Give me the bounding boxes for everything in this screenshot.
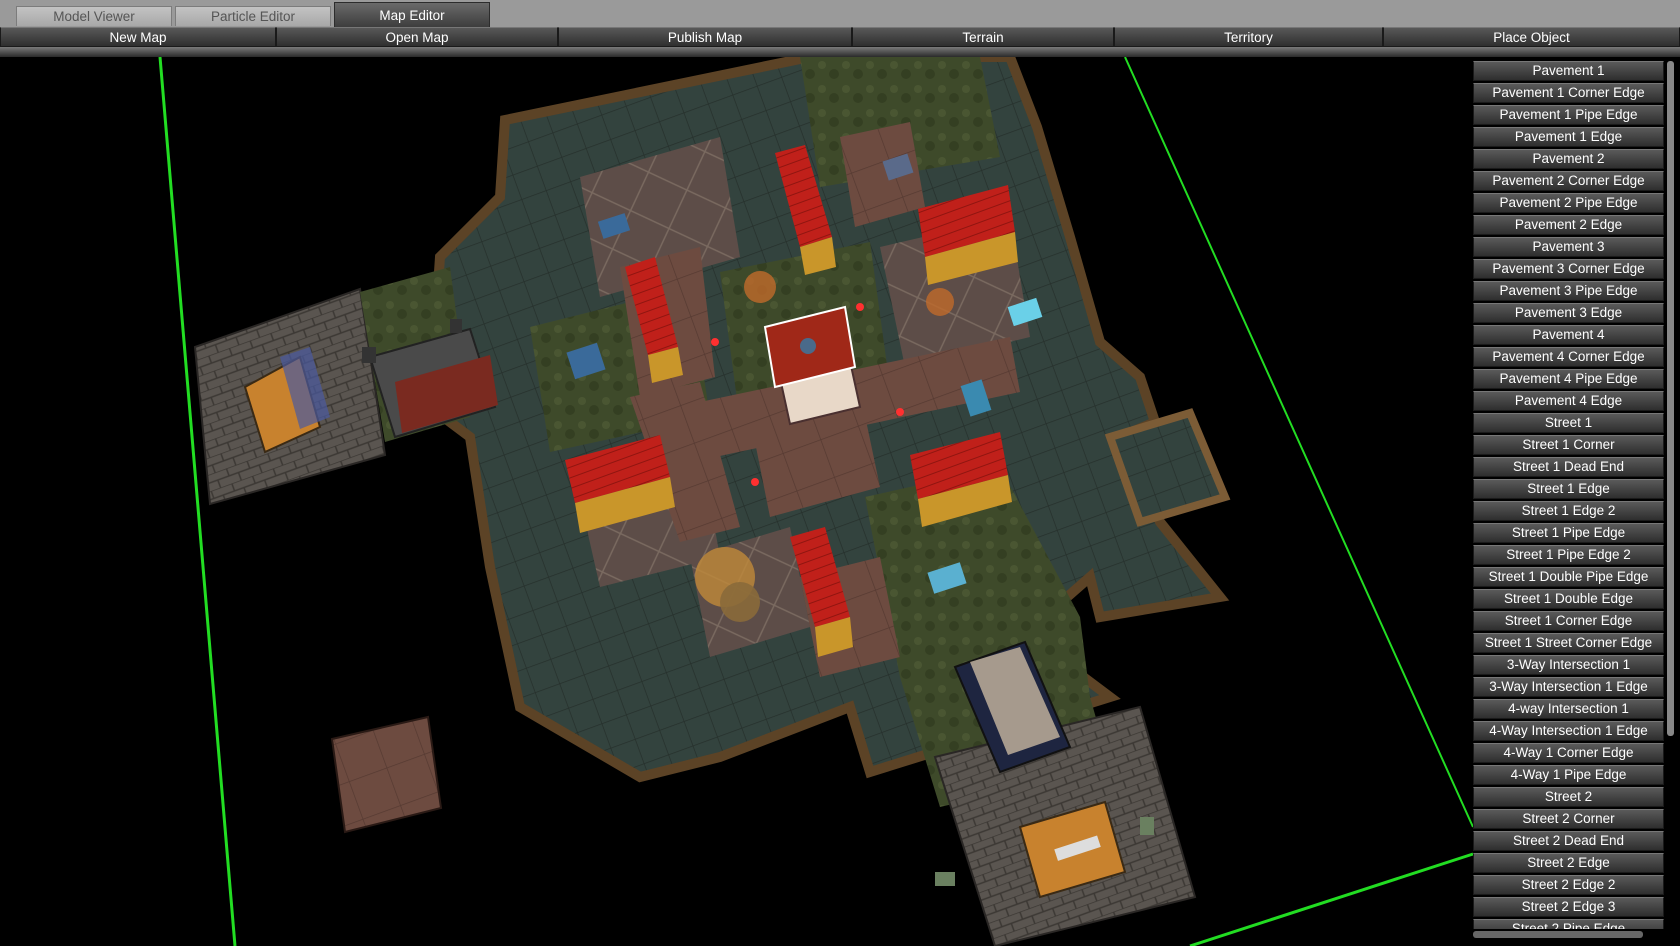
open-map-button[interactable]: Open Map xyxy=(276,27,558,47)
palette-item[interactable]: Pavement 2 xyxy=(1473,149,1664,169)
palette-item[interactable]: Pavement 1 xyxy=(1473,61,1664,81)
palette-item[interactable]: Street 1 Edge 2 xyxy=(1473,501,1664,521)
tab-model-viewer[interactable]: Model Viewer xyxy=(16,6,172,26)
palette-scrollbar[interactable] xyxy=(1667,61,1674,736)
palette-item[interactable]: Pavement 1 Corner Edge xyxy=(1473,83,1664,103)
palette-item[interactable]: Pavement 2 Edge xyxy=(1473,215,1664,235)
palette-item[interactable]: Pavement 3 Pipe Edge xyxy=(1473,281,1664,301)
palette-item[interactable]: Street 1 Corner Edge xyxy=(1473,611,1664,631)
lone-plaza-tile xyxy=(330,715,443,834)
palette-item[interactable]: Street 1 Double Edge xyxy=(1473,589,1664,609)
tab-bar: Model Viewer Particle Editor Map Editor xyxy=(0,0,1680,28)
palette-item[interactable]: Street 2 Edge xyxy=(1473,853,1664,873)
territory-button[interactable]: Territory xyxy=(1114,27,1383,47)
toolbar-divider xyxy=(0,47,1680,57)
palette-item[interactable]: Street 1 Pipe Edge 2 xyxy=(1473,545,1664,565)
palette-item[interactable]: Street 1 Dead End xyxy=(1473,457,1664,477)
palette-item[interactable]: Street 1 Edge xyxy=(1473,479,1664,499)
grid-left-edge xyxy=(158,57,237,946)
palette-item[interactable]: Street 2 Edge 3 xyxy=(1473,897,1664,917)
palette-item[interactable]: Pavement 1 Edge xyxy=(1473,127,1664,147)
palette-item[interactable]: Street 2 Edge 2 xyxy=(1473,875,1664,895)
palette-horizontal-scrollbar[interactable] xyxy=(1473,931,1643,938)
palette-item[interactable]: 3-Way Intersection 1 Edge xyxy=(1473,677,1664,697)
palette-item[interactable]: Pavement 4 Pipe Edge xyxy=(1473,369,1664,389)
palette-item[interactable]: Pavement 3 Edge xyxy=(1473,303,1664,323)
palette-item[interactable]: Pavement 4 Edge xyxy=(1473,391,1664,411)
grid-bottom-edge xyxy=(1189,852,1474,946)
palette-item[interactable]: Street 1 xyxy=(1473,413,1664,433)
palette-item[interactable]: 4-Way 1 Corner Edge xyxy=(1473,743,1664,763)
place-object-button[interactable]: Place Object xyxy=(1383,27,1680,47)
palette-item[interactable]: Pavement 3 Corner Edge xyxy=(1473,259,1664,279)
palette-item[interactable]: Street 2 Corner xyxy=(1473,809,1664,829)
palette-item[interactable]: Street 1 Pipe Edge xyxy=(1473,523,1664,543)
palette-item[interactable]: Street 1 Double Pipe Edge xyxy=(1473,567,1664,587)
palette-item[interactable]: Street 2 xyxy=(1473,787,1664,807)
palette-item[interactable]: 4-way Intersection 1 xyxy=(1473,699,1664,719)
palette-item[interactable]: Street 1 Corner xyxy=(1473,435,1664,455)
palette-item[interactable]: Pavement 1 Pipe Edge xyxy=(1473,105,1664,125)
palette-item[interactable]: Street 2 Dead End xyxy=(1473,831,1664,851)
palette-item[interactable]: Pavement 2 Pipe Edge xyxy=(1473,193,1664,213)
palette-item[interactable]: Street 1 Street Corner Edge xyxy=(1473,633,1664,653)
palette-item[interactable]: 4-Way 1 Pipe Edge xyxy=(1473,765,1664,785)
tab-map-editor[interactable]: Map Editor xyxy=(334,2,490,27)
palette-item[interactable]: Pavement 2 Corner Edge xyxy=(1473,171,1664,191)
map-editor-app: Model Viewer Particle Editor Map Editor … xyxy=(0,0,1680,946)
palette-item[interactable]: 3-Way Intersection 1 xyxy=(1473,655,1664,675)
object-palette: Pavement 1 Pavement 1 Corner Edge Paveme… xyxy=(1473,61,1666,929)
new-map-button[interactable]: New Map xyxy=(0,27,276,47)
palette-item[interactable]: 4-Way Intersection 1 Edge xyxy=(1473,721,1664,741)
map-viewport[interactable] xyxy=(0,57,1680,946)
toolbar: New Map Open Map Publish Map Terrain Ter… xyxy=(0,27,1680,47)
tab-particle-editor[interactable]: Particle Editor xyxy=(175,6,331,26)
palette-item[interactable]: Pavement 4 xyxy=(1473,325,1664,345)
palette-item[interactable]: Street 2 Pipe Edge xyxy=(1473,919,1664,929)
palette-item[interactable]: Pavement 4 Corner Edge xyxy=(1473,347,1664,367)
map-canvas[interactable] xyxy=(0,57,1680,946)
publish-map-button[interactable]: Publish Map xyxy=(558,27,852,47)
palette-item[interactable]: Pavement 3 xyxy=(1473,237,1664,257)
terrain-button[interactable]: Terrain xyxy=(852,27,1114,47)
